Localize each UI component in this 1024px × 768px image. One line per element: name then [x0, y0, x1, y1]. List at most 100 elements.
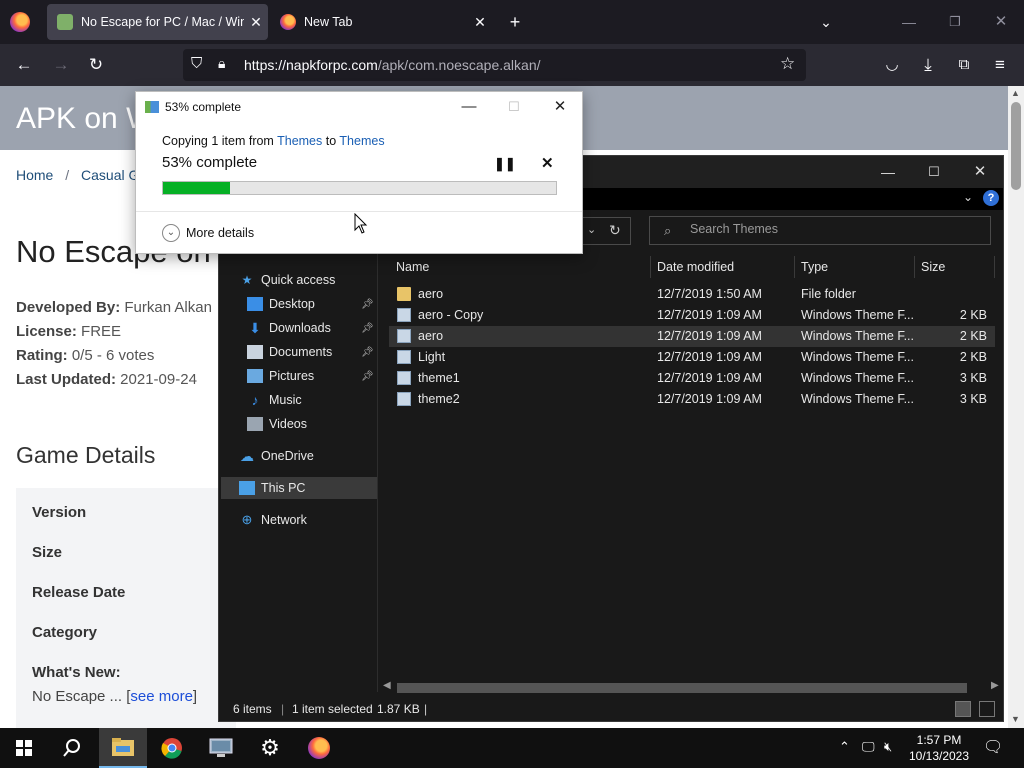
game-details-heading: Game Details — [16, 442, 156, 468]
see-more-link[interactable]: see more — [130, 688, 193, 705]
scroll-right-icon[interactable]: ▶ — [991, 680, 999, 691]
cancel-icon[interactable]: ✕ — [541, 154, 554, 172]
file-row[interactable]: theme2 12/7/2019 1:09 AM Windows Theme F… — [389, 389, 995, 410]
column-divider[interactable] — [914, 256, 915, 278]
nav-pictures[interactable]: Pictures 📌︎ — [247, 365, 403, 387]
file-row[interactable]: aero - Copy 12/7/2019 1:09 AM Windows Th… — [389, 305, 995, 326]
nav-videos[interactable]: Videos — [247, 413, 403, 435]
restore-icon[interactable]: ❐ — [943, 10, 967, 34]
nav-onedrive[interactable]: ☁ OneDrive — [239, 445, 395, 467]
shield-icon[interactable]: ⛉ — [191, 55, 202, 72]
list-tabs-chevron-icon[interactable]: ⌄ — [814, 10, 838, 34]
reload-icon[interactable]: ↻ — [84, 53, 108, 77]
show-hidden-icons-chevron-icon[interactable]: ⌃ — [839, 739, 850, 755]
browser-tab-bar: No Escape for PC / Mac / Wind ✕ New Tab … — [0, 0, 1024, 44]
source-folder-link[interactable]: Themes — [277, 134, 322, 148]
system-clock[interactable]: 1:57 PM 10/13/2023 — [906, 732, 972, 764]
breadcrumb-home-link[interactable]: Home — [16, 167, 53, 183]
minimize-icon[interactable]: — — [457, 96, 481, 118]
column-divider[interactable] — [794, 256, 795, 278]
remote-desktop-icon[interactable] — [197, 728, 245, 768]
nav-documents[interactable]: Documents 📌︎ — [247, 341, 403, 363]
search-box[interactable]: ⌕ — [649, 216, 991, 245]
scrollbar-thumb[interactable] — [1011, 102, 1021, 190]
url-bar[interactable]: ⛉ 🔒︎ https://napkforpc.com/apk/com.noesc… — [183, 49, 806, 81]
more-details-button[interactable]: ⌄ More details — [162, 224, 254, 242]
tab-new-tab[interactable]: New Tab ✕ — [270, 4, 492, 40]
theme-file-icon — [397, 350, 411, 364]
expand-ribbon-chevron-icon[interactable]: ⌄ — [963, 190, 973, 204]
column-header-name[interactable]: Name — [396, 256, 429, 278]
back-arrow-icon[interactable]: ← — [12, 53, 36, 77]
theme-file-icon — [397, 329, 411, 343]
search-icon[interactable] — [48, 728, 96, 768]
file-explorer-taskbar-icon[interactable] — [99, 728, 147, 768]
details-view-icon[interactable] — [955, 701, 971, 717]
lock-icon[interactable]: 🔒︎ — [218, 55, 225, 72]
address-bar-controls: ⌄ ↻ — [581, 217, 631, 245]
column-divider[interactable] — [994, 256, 995, 278]
help-icon[interactable]: ? — [983, 190, 999, 206]
firefox-icon[interactable] — [10, 12, 30, 32]
volume-muted-icon[interactable]: 🔇︎ — [884, 739, 892, 755]
file-row[interactable]: theme1 12/7/2019 1:09 AM Windows Theme F… — [389, 368, 995, 389]
nav-this-pc[interactable]: This PC — [221, 477, 377, 499]
pause-icon[interactable]: ❚❚ — [494, 156, 516, 172]
network-status-icon[interactable]: 🖵︎ — [862, 739, 875, 755]
pocket-icon[interactable]: ◡ — [880, 53, 904, 77]
close-tab-icon[interactable]: ✕ — [244, 14, 268, 31]
close-icon[interactable]: ✕ — [957, 160, 1003, 184]
close-tab-icon[interactable]: ✕ — [468, 14, 492, 31]
close-icon[interactable]: ✕ — [548, 96, 572, 118]
file-row[interactable]: aero 12/7/2019 1:09 AM Windows Theme F..… — [389, 326, 995, 347]
downloads-icon[interactable]: ⤓ — [916, 53, 940, 77]
nav-desktop[interactable]: Desktop 📌︎ — [247, 293, 403, 315]
start-windows-icon[interactable] — [0, 728, 48, 768]
search-input[interactable] — [690, 222, 970, 236]
nav-music[interactable]: ♪ Music — [247, 389, 403, 411]
notifications-icon[interactable]: 🗨︎ — [983, 737, 1003, 757]
horizontal-scrollbar[interactable]: ◀ ▶ — [379, 680, 1003, 695]
nav-quick-access[interactable]: ★ Quick access — [239, 269, 395, 291]
firefox-taskbar-icon[interactable] — [295, 728, 343, 768]
maximize-icon[interactable]: ☐ — [911, 160, 957, 184]
menu-icon[interactable]: ≡ — [988, 53, 1012, 77]
file-row[interactable]: aero 12/7/2019 1:50 AM File folder — [389, 284, 995, 305]
forward-arrow-icon[interactable]: → — [49, 53, 73, 77]
maximize-icon: ☐ — [508, 99, 520, 114]
destination-folder-link[interactable]: Themes — [339, 134, 384, 148]
tab-no-escape[interactable]: No Escape for PC / Mac / Wind ✕ — [47, 4, 268, 40]
nav-label: This PC — [261, 481, 306, 495]
minimize-icon[interactable]: — — [897, 10, 921, 34]
column-header-size[interactable]: Size — [921, 256, 945, 278]
extensions-icon[interactable]: ⧉ — [952, 53, 976, 77]
column-divider[interactable] — [650, 256, 651, 278]
firefox-favicon-icon — [280, 14, 296, 30]
game-details-table: Version Size Release Date Category What'… — [16, 488, 236, 728]
url-text[interactable]: https://napkforpc.com/apk/com.noescape.a… — [244, 57, 541, 73]
scroll-left-icon[interactable]: ◀ — [383, 680, 391, 691]
pane-splitter[interactable] — [377, 246, 378, 692]
large-icons-view-icon[interactable] — [979, 701, 995, 717]
scroll-up-icon[interactable]: ▲ — [1011, 88, 1020, 98]
copy-icon — [145, 101, 159, 113]
chrome-icon[interactable] — [148, 728, 196, 768]
refresh-icon[interactable]: ↻ — [609, 222, 621, 239]
nav-network[interactable]: ⊕ Network — [239, 509, 395, 531]
minimize-icon[interactable]: — — [865, 160, 911, 184]
meta-value: 2021-09-24 — [116, 371, 197, 388]
nav-label: Quick access — [261, 273, 336, 287]
scroll-down-icon[interactable]: ▼ — [1011, 714, 1020, 724]
bookmark-star-icon[interactable]: ☆ — [780, 54, 795, 74]
page-scrollbar[interactable]: ▲ ▼ — [1008, 86, 1024, 728]
new-tab-plus-icon[interactable]: + — [503, 10, 527, 34]
whats-new-text: No Escape ... [see more] — [32, 688, 197, 705]
column-header-type[interactable]: Type — [801, 256, 828, 278]
nav-downloads[interactable]: ⬇ Downloads 📌︎ — [247, 317, 403, 339]
settings-gear-icon[interactable]: ⚙ — [246, 728, 294, 768]
column-header-date[interactable]: Date modified — [657, 256, 734, 278]
close-window-icon[interactable]: ✕ — [989, 10, 1013, 34]
file-row[interactable]: Light 12/7/2019 1:09 AM Windows Theme F.… — [389, 347, 995, 368]
scrollbar-thumb[interactable] — [397, 683, 967, 693]
address-dropdown-icon[interactable]: ⌄ — [587, 223, 596, 236]
